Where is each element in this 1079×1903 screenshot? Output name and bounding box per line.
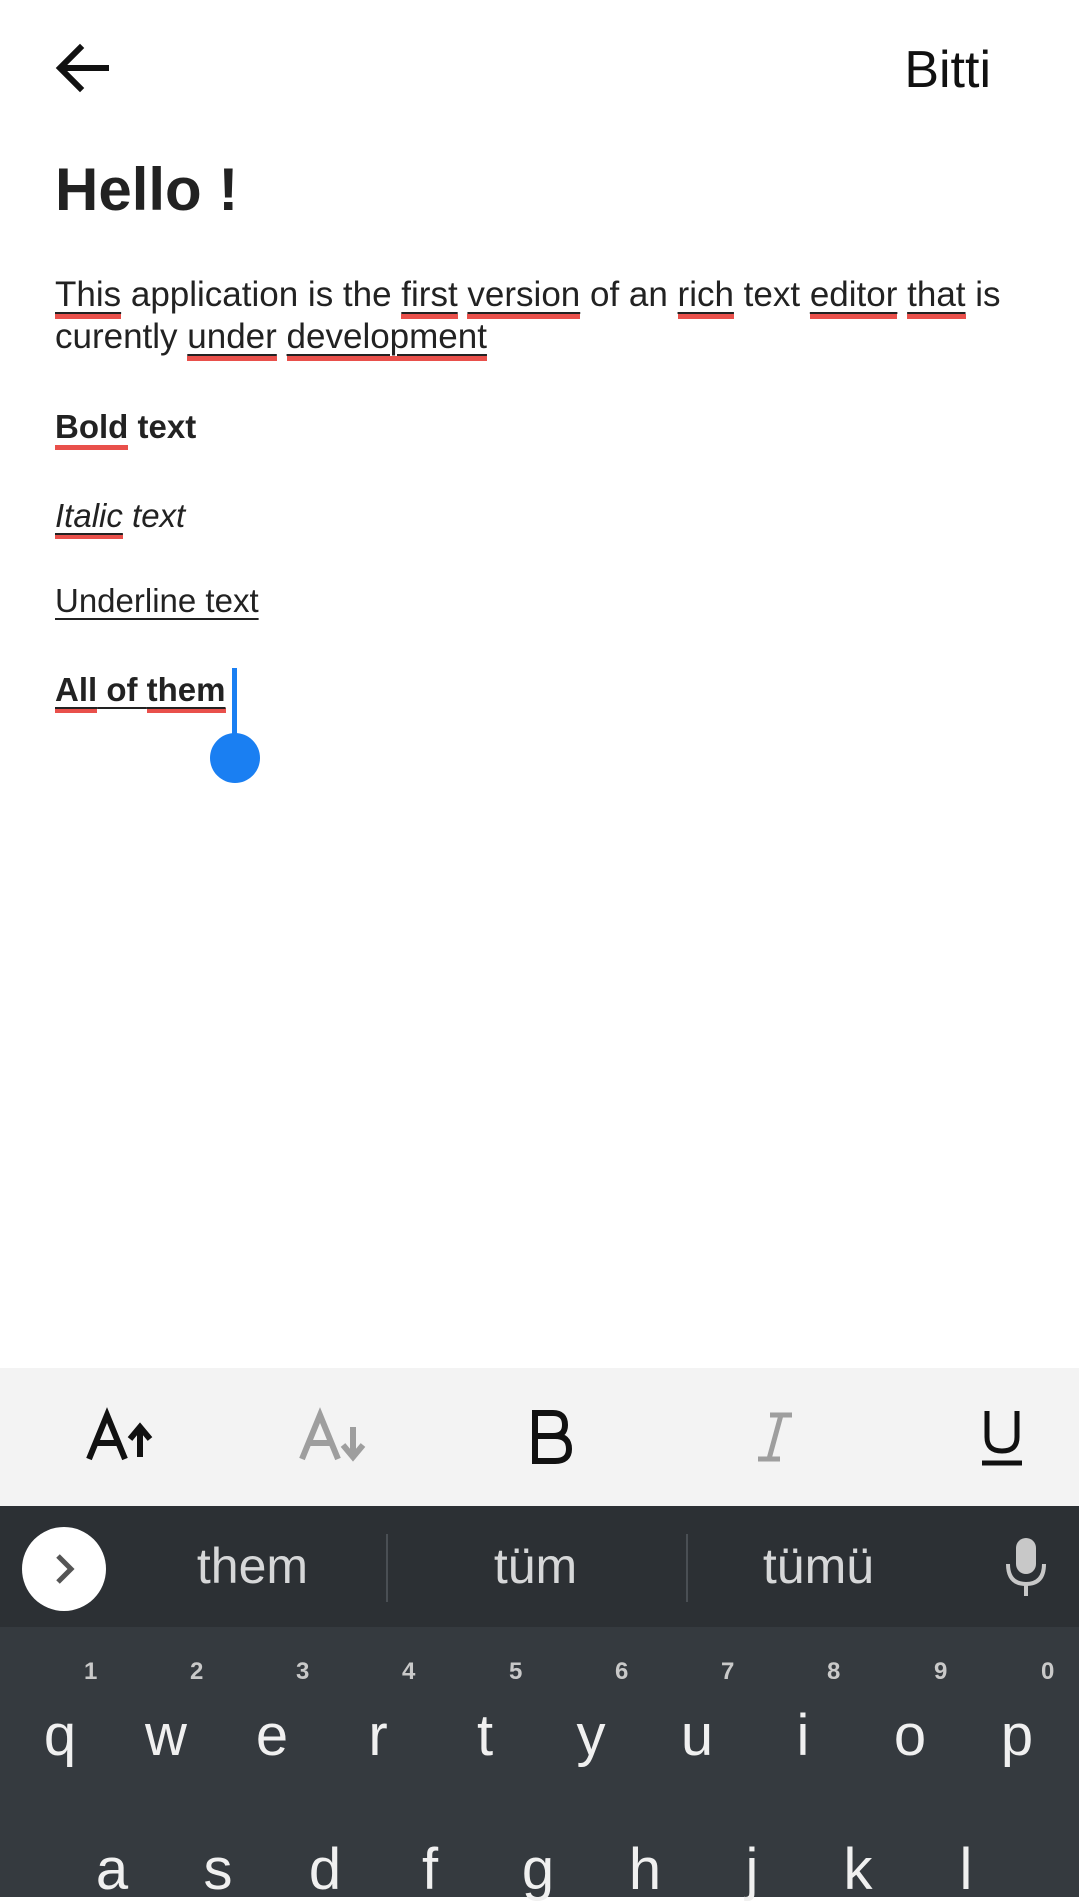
key-g[interactable]: g (488, 1836, 588, 1903)
italic-line: Italic text (55, 495, 1025, 539)
underline-icon[interactable] (937, 1368, 1067, 1506)
expand-chevron-icon[interactable] (22, 1527, 106, 1611)
key-s[interactable]: s (168, 1836, 268, 1903)
key-hint-q: 1 (84, 1658, 98, 1685)
misspelled-word: Bold (55, 408, 129, 450)
key-p[interactable]: p (967, 1702, 1067, 1769)
suggestion-1[interactable]: them (150, 1506, 355, 1627)
misspelled-word: that (907, 275, 966, 319)
done-button[interactable]: Bitti (904, 40, 991, 100)
key-j[interactable]: j (702, 1836, 802, 1903)
suggestion-3[interactable]: tümü (716, 1506, 921, 1627)
key-w[interactable]: w (116, 1702, 216, 1769)
all-styles-line: All of them (55, 669, 1025, 713)
key-d[interactable]: d (275, 1836, 375, 1903)
key-hint-e: 3 (296, 1658, 310, 1685)
key-hint-p: 0 (1041, 1658, 1055, 1685)
misspelled-word: them (146, 671, 226, 713)
key-k[interactable]: k (808, 1836, 908, 1903)
on-screen-keyboard: them tüm tümü q 1w 2e 3r 4t 5y 6u 7i 8o 9p 0 asdfg… (0, 1506, 1079, 1902)
key-r[interactable]: r (328, 1702, 428, 1769)
key-hint-r: 4 (402, 1658, 416, 1685)
heading: Hello ! (55, 156, 239, 223)
bold-line: Bold text (55, 406, 1025, 450)
misspelled-word: under (187, 317, 277, 361)
format-toolbar (0, 1368, 1079, 1506)
misspelled-word: This (55, 275, 122, 319)
back-arrow-icon[interactable] (52, 38, 112, 98)
key-i[interactable]: i (753, 1702, 853, 1769)
misspelled-word: All (55, 671, 98, 713)
decrease-font-size-icon[interactable] (268, 1368, 398, 1506)
bold-icon[interactable] (485, 1368, 615, 1506)
key-u[interactable]: u (647, 1702, 747, 1769)
key-a[interactable]: a (62, 1836, 162, 1903)
misspelled-word: development (286, 317, 487, 361)
increase-font-size-icon[interactable] (55, 1368, 185, 1506)
key-o[interactable]: o (860, 1702, 960, 1769)
key-hint-t: 5 (509, 1658, 523, 1685)
suggestion-strip: them tüm tümü (0, 1506, 1079, 1627)
key-y[interactable]: y (541, 1702, 641, 1769)
key-f[interactable]: f (380, 1836, 480, 1903)
key-t[interactable]: t (435, 1702, 535, 1769)
misspelled-word: rich (677, 275, 734, 319)
misspelled-word: Italic (55, 497, 123, 539)
key-hint-i: 8 (827, 1658, 841, 1685)
misspelled-word: editor (809, 275, 898, 319)
underline-line: Underline text (55, 582, 259, 619)
misspelled-word: first (401, 275, 458, 319)
key-q[interactable]: q (10, 1702, 110, 1769)
key-e[interactable]: e (222, 1702, 322, 1769)
top-app-bar: Bitti (0, 0, 1079, 140)
cursor-handle[interactable] (210, 733, 260, 783)
key-hint-o: 9 (934, 1658, 948, 1685)
microphone-icon[interactable] (1001, 1536, 1051, 1600)
divider (386, 1534, 388, 1602)
key-hint-u: 7 (721, 1658, 735, 1685)
paragraph: This application is the first version of… (55, 274, 1025, 361)
misspelled-word: version (467, 275, 581, 319)
italic-icon[interactable] (710, 1368, 840, 1506)
key-h[interactable]: h (595, 1836, 695, 1903)
suggestion-2[interactable]: tüm (433, 1506, 638, 1627)
key-l[interactable]: l (916, 1836, 1016, 1903)
divider (686, 1534, 688, 1602)
rich-text-editor[interactable]: Hello ! This application is the first ve… (55, 150, 1025, 713)
text-cursor (232, 668, 237, 742)
key-hint-w: 2 (190, 1658, 204, 1685)
key-hint-y: 6 (615, 1658, 629, 1685)
